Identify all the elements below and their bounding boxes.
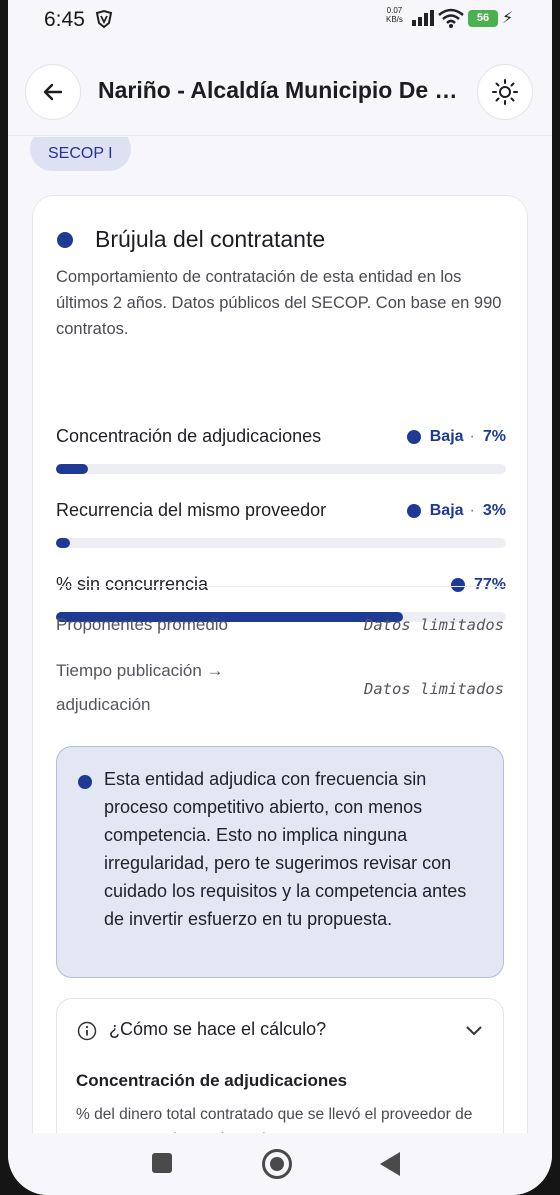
calc-subtitle-description: % del dinero total contratado que se lle… [76, 1106, 473, 1133]
metric-recurrencia: Recurrencia del mismo proveedor Baja · 3… [56, 500, 506, 548]
signal-icon [412, 10, 434, 26]
row-value-tiempo: Datos limitados [364, 680, 504, 698]
home-button[interactable] [262, 1149, 292, 1179]
recents-button[interactable] [152, 1153, 172, 1173]
brujula-card: Brújula del contratante Comportamiento d… [32, 195, 528, 1133]
progress-track [56, 464, 506, 474]
notice-dot-icon [78, 775, 92, 789]
level-dot-icon [406, 430, 421, 444]
metric-concentracion: Concentración de adjudicaciones Baja · 7… [56, 426, 506, 474]
source-chip[interactable]: SECOP I [30, 137, 131, 171]
status-bar: 6:45 0.07 KB/s 56 ⚡ [8, 0, 552, 44]
accordion-title[interactable]: ¿Cómo se hace el cálculo? [109, 1019, 326, 1040]
card-description: Comportamiento de contratación de esta e… [56, 268, 502, 338]
metric-sin-concurrencia: % sin concurrencia 77% [56, 574, 506, 622]
scroll-content[interactable]: SECOP I Brújula del contratante Comporta… [8, 137, 552, 1133]
phone-screen: 6:45 0.07 KB/s 56 ⚡ Nariño - Alcaldía Mu… [8, 0, 552, 1195]
network-rate: 0.07 KB/s [386, 6, 403, 24]
metric-label: % sin concurrencia [56, 574, 209, 594]
section-divider [56, 586, 506, 587]
calc-subtitle: Concentración de adjudicaciones [76, 1071, 348, 1090]
progress-fill [56, 464, 88, 474]
card-header: Brújula del contratante [57, 226, 325, 253]
vpn-shield-icon [95, 9, 113, 29]
bullet-dot-icon [57, 231, 73, 248]
notice-text: Esta entidad adjudica con frecuencia sin… [104, 769, 467, 929]
progress-fill [56, 538, 70, 548]
card-title: Brújula del contratante [95, 226, 326, 252]
chevron-down-icon[interactable] [465, 1025, 483, 1037]
system-back-button[interactable] [380, 1152, 400, 1176]
row-value-proponentes: Datos limitados [364, 616, 504, 634]
row-label-tiempo-line1: Tiempo publicación → [56, 661, 224, 680]
back-button[interactable] [25, 64, 81, 120]
top-app-bar: Nariño - Alcaldía Municipio De Sa... [8, 44, 552, 136]
info-icon [77, 1021, 97, 1041]
battery-icon: 56 [468, 10, 498, 27]
calculation-accordion[interactable]: ¿Cómo se hace el cálculo? Concentración … [56, 998, 504, 1133]
status-time: 6:45 [44, 8, 85, 31]
level-dot-icon [406, 504, 421, 518]
page-title: Nariño - Alcaldía Municipio De Sa... [98, 77, 468, 103]
progress-track [56, 538, 506, 548]
theme-toggle-button[interactable] [477, 64, 533, 120]
arrow-left-icon [43, 83, 63, 101]
notice-box: Esta entidad adjudica con frecuencia sin… [56, 746, 504, 978]
wifi-icon [438, 8, 464, 28]
sun-icon [492, 79, 518, 105]
metric-value: Baja · 7% [406, 428, 506, 446]
metric-value: Baja · 3% [406, 502, 506, 520]
level-dot-icon [450, 578, 465, 592]
row-label-tiempo-line2: adjudicación [56, 695, 151, 714]
metric-value: 77% [450, 576, 506, 594]
charging-bolt-icon: ⚡ [502, 10, 514, 27]
row-label-proponentes: Proponentes promedio [56, 615, 229, 634]
system-nav-bar [8, 1133, 552, 1195]
